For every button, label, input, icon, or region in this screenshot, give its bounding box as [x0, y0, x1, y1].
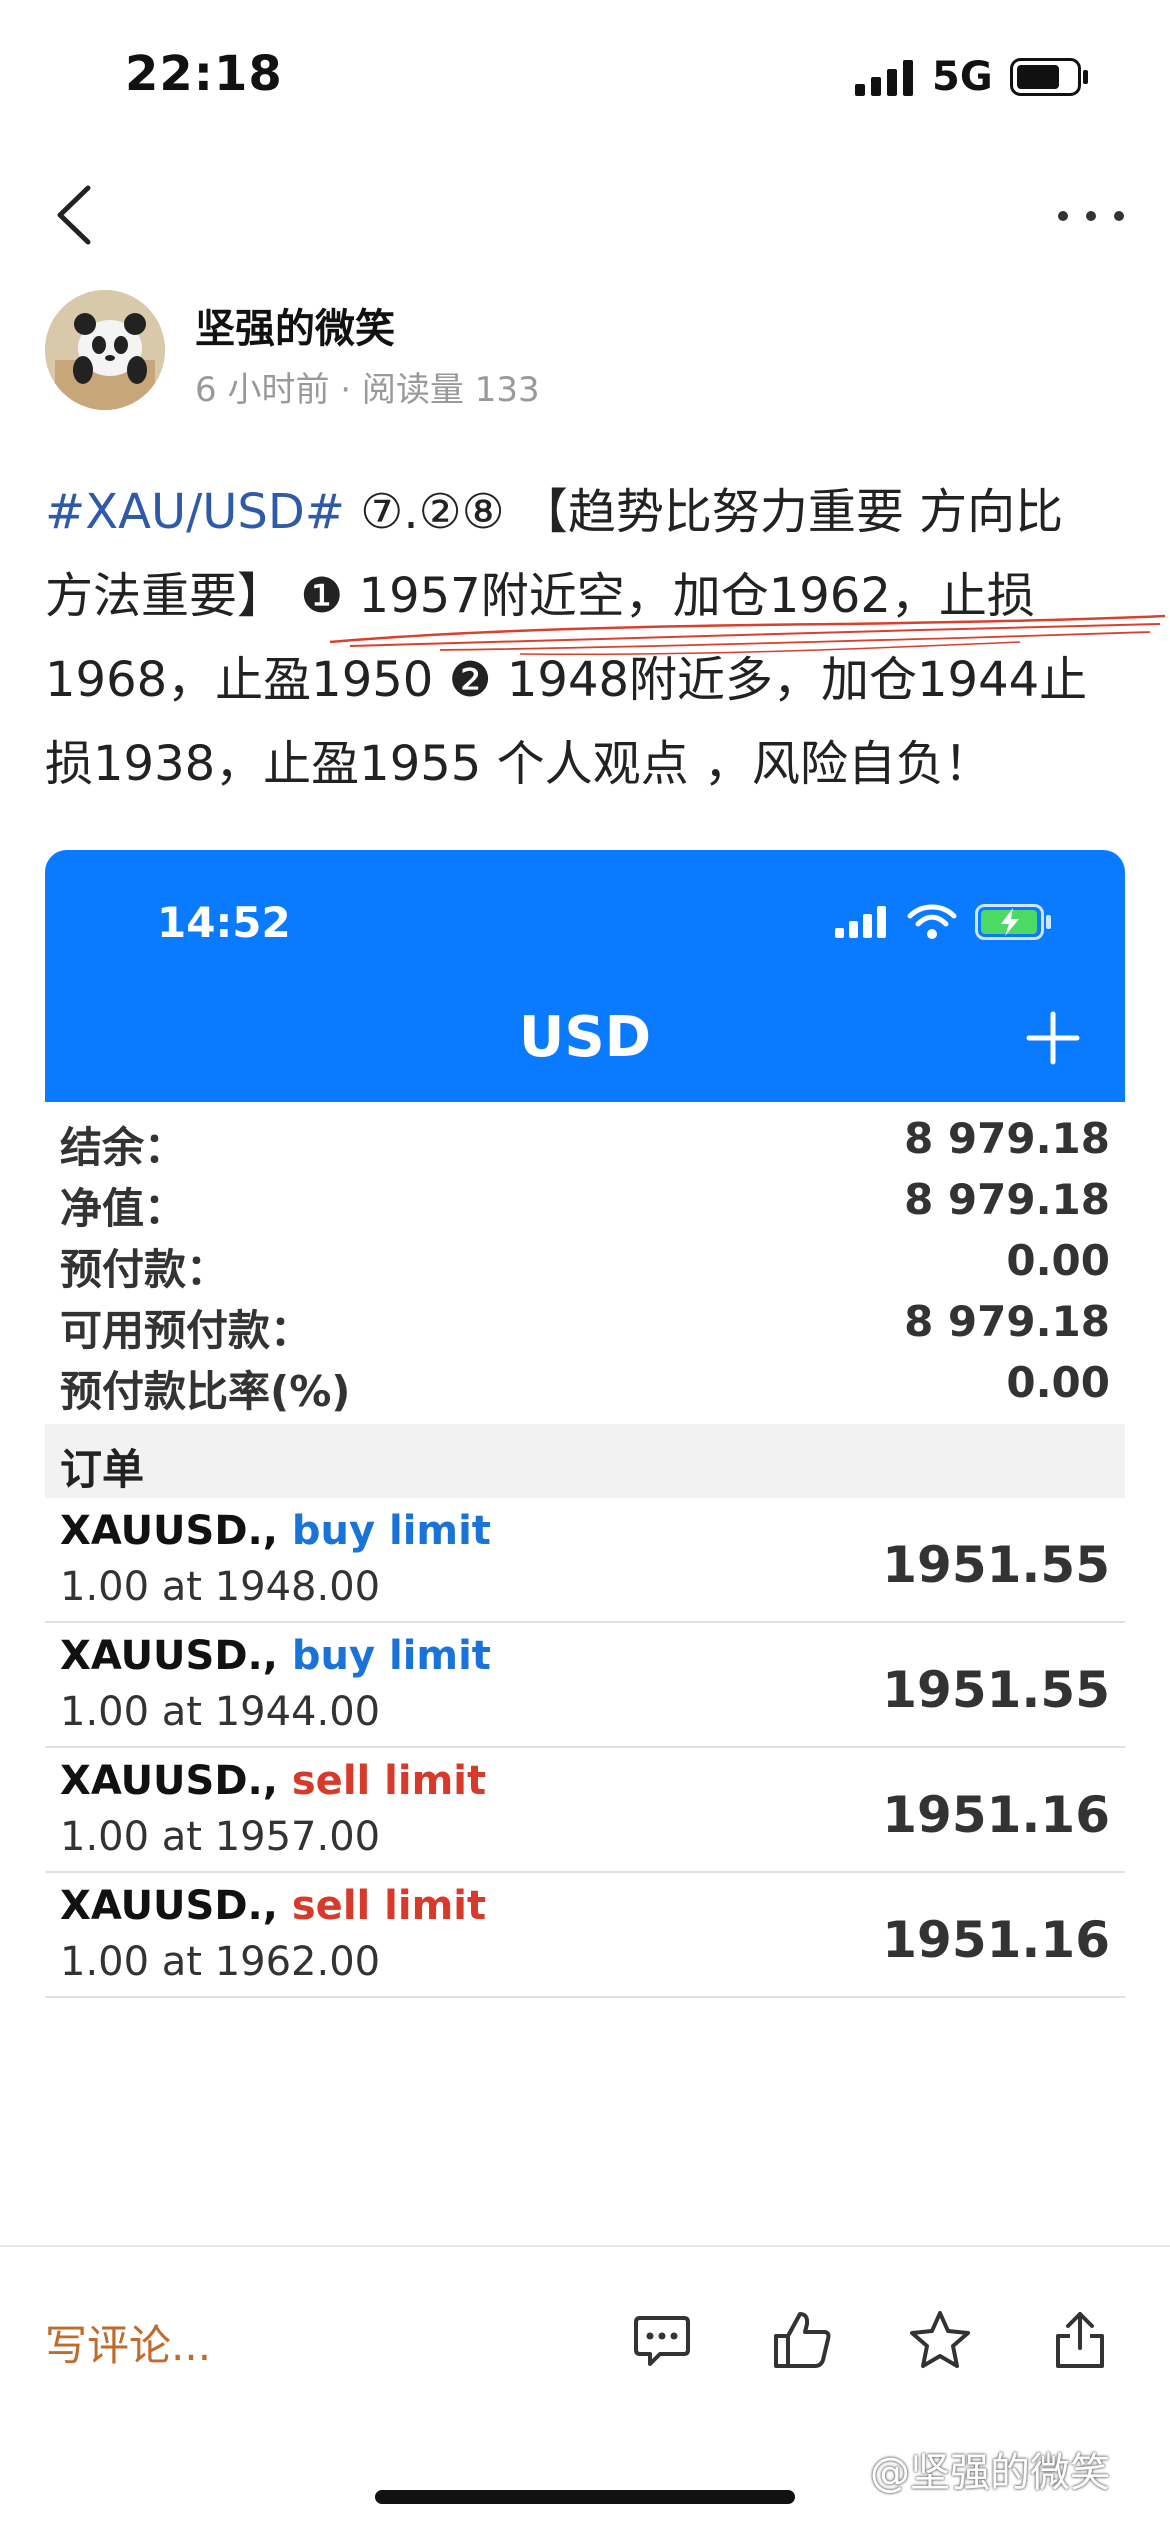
author-meta: 6 小时前 · 阅读量 133 — [195, 362, 540, 411]
account-label: 净值： — [60, 1184, 187, 1233]
signal-icon — [835, 906, 886, 938]
order-detail: 1.00 at 1957.00 — [60, 1814, 381, 1860]
post-line-1-text: ⑦.②⑧ 【趋势比努力重要 方向比 — [345, 484, 1064, 540]
order-price: 1951.16 — [882, 1911, 1110, 1969]
back-icon[interactable] — [50, 180, 100, 250]
order-symbol-text: XAUUSD., — [60, 1758, 278, 1804]
wifi-icon — [907, 904, 957, 939]
home-indicator[interactable] — [375, 2490, 795, 2504]
order-type: buy limit — [291, 1508, 491, 1554]
account-value: 0.00 — [1006, 1236, 1110, 1285]
order-price: 1951.55 — [882, 1661, 1110, 1719]
order-detail: 1.00 at 1944.00 — [60, 1689, 381, 1735]
account-row: 可用预付款： 8 979.18 — [45, 1291, 1125, 1355]
order-type: sell limit — [291, 1883, 487, 1929]
embed-header: 14:52 USD — [45, 850, 1125, 1102]
order-row[interactable]: XAUUSD., sell limit 1.00 at 1962.00 1951… — [45, 1873, 1125, 1998]
order-price: 1951.16 — [882, 1786, 1110, 1844]
account-value: 8 979.18 — [904, 1114, 1110, 1163]
embed-title: USD — [518, 1005, 652, 1070]
charging-battery-icon — [975, 904, 1051, 940]
status-bar: 22:18 5G — [0, 0, 1170, 150]
order-symbol: XAUUSD., buy limit — [60, 1633, 491, 1679]
battery-icon — [1010, 58, 1088, 96]
plus-icon[interactable] — [1025, 1010, 1081, 1066]
share-icon[interactable] — [1048, 2308, 1112, 2372]
star-icon[interactable] — [908, 2308, 972, 2372]
order-row[interactable]: XAUUSD., sell limit 1.00 at 1957.00 1951… — [45, 1748, 1125, 1873]
order-symbol-text: XAUUSD., — [60, 1883, 278, 1929]
order-symbol: XAUUSD., sell limit — [60, 1758, 486, 1804]
account-row: 预付款： 0.00 — [45, 1230, 1125, 1294]
panda-avatar-icon — [45, 290, 165, 410]
signal-icon — [855, 60, 913, 96]
order-row[interactable]: XAUUSD., buy limit 1.00 at 1948.00 1951.… — [45, 1498, 1125, 1623]
order-type: buy limit — [291, 1633, 491, 1679]
account-label: 可用预付款： — [60, 1306, 313, 1355]
account-summary: 结余： 8 979.18 净值： 8 979.18 预付款： 0.00 可用预付… — [45, 1108, 1125, 1416]
account-value: 0.00 — [1006, 1358, 1110, 1407]
divider — [0, 2245, 1170, 2247]
order-detail: 1.00 at 1962.00 — [60, 1939, 381, 1985]
more-icon[interactable] — [1055, 198, 1127, 234]
account-label: 结余： — [60, 1123, 187, 1172]
status-time: 22:18 — [125, 46, 283, 102]
order-symbol: XAUUSD., sell limit — [60, 1883, 486, 1929]
post-line-4: 损1938，止盈1955 个人观点 ，风险自负！ — [45, 736, 992, 792]
order-detail: 1.00 at 1948.00 — [60, 1564, 381, 1610]
embedded-screenshot[interactable]: 14:52 USD 结余： 8 979.18 净值： 8 979.18 预付款：… — [45, 850, 1125, 2000]
order-symbol: XAUUSD., buy limit — [60, 1508, 491, 1554]
comment-icon[interactable] — [630, 2308, 694, 2372]
order-price: 1951.55 — [882, 1536, 1110, 1594]
order-symbol-text: XAUUSD., — [60, 1508, 278, 1554]
account-row: 结余： 8 979.18 — [45, 1108, 1125, 1172]
account-row: 预付款比率(%) 0.00 — [45, 1352, 1125, 1416]
watermark: @坚强的微笑 — [870, 2450, 1110, 2496]
comment-input[interactable]: 写评论... — [45, 2312, 211, 2373]
account-label: 预付款比率(%) — [60, 1367, 351, 1416]
order-symbol-text: XAUUSD., — [60, 1633, 278, 1679]
avatar[interactable] — [45, 290, 165, 410]
account-label: 预付款： — [60, 1245, 229, 1294]
post-time: 6 小时前 — [195, 370, 330, 410]
read-count: 阅读量 133 — [361, 370, 540, 410]
like-icon[interactable] — [770, 2308, 834, 2372]
orders-header: 订单 — [45, 1424, 1125, 1498]
network-type: 5G — [932, 54, 993, 100]
author-name[interactable]: 坚强的微笑 — [195, 296, 395, 354]
post-line-1: #XAU/USD# ⑦.②⑧ 【趋势比努力重要 方向比 — [45, 470, 1125, 554]
account-row: 净值： 8 979.18 — [45, 1169, 1125, 1233]
account-value: 8 979.18 — [904, 1297, 1110, 1346]
meta-separator: · — [340, 370, 352, 410]
order-row[interactable]: XAUUSD., buy limit 1.00 at 1944.00 1951.… — [45, 1623, 1125, 1748]
orders-header-label: 订单 — [60, 1445, 145, 1494]
hashtag-link[interactable]: #XAU/USD# — [45, 484, 345, 540]
order-type: sell limit — [291, 1758, 487, 1804]
embed-status-time: 14:52 — [157, 898, 291, 947]
red-scribble-mark — [329, 614, 1166, 656]
account-value: 8 979.18 — [904, 1175, 1110, 1224]
